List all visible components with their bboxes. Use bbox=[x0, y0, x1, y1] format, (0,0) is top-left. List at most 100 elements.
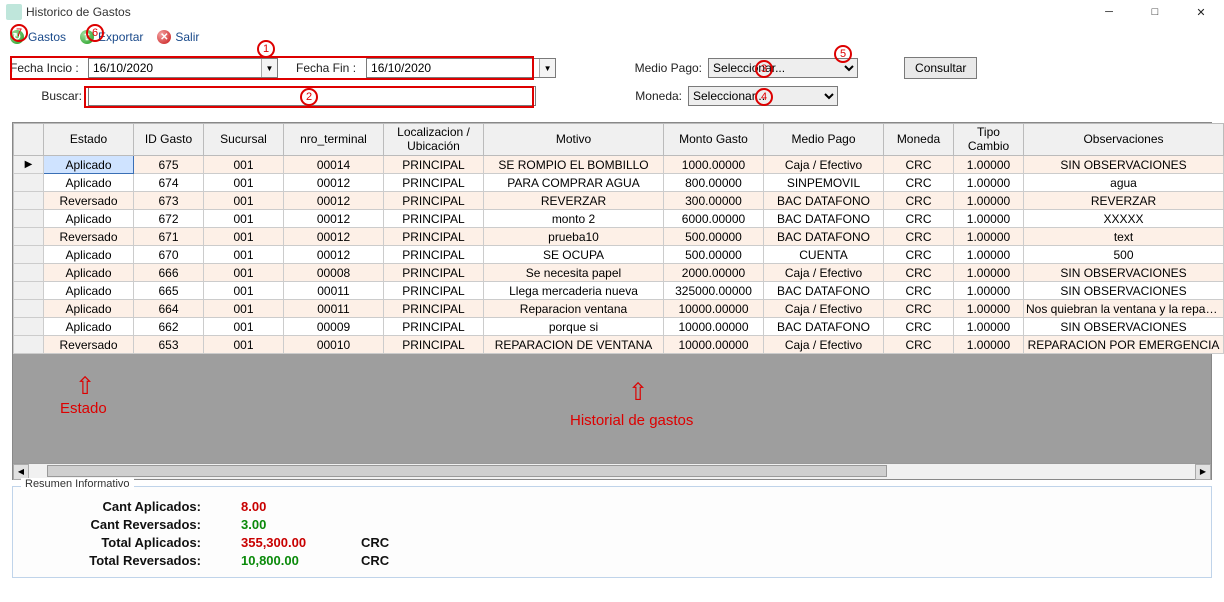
medio-pago-select[interactable]: Seleccionar... bbox=[708, 58, 858, 78]
column-header[interactable]: Tipo Cambio bbox=[954, 124, 1024, 156]
cell-medio[interactable]: BAC DATAFONO bbox=[764, 318, 884, 336]
cell-mot[interactable]: SE ROMPIO EL BOMBILLO bbox=[484, 156, 664, 174]
row-header[interactable] bbox=[14, 336, 44, 354]
cell-suc[interactable]: 001 bbox=[204, 174, 284, 192]
cell-obs[interactable]: REPARACION POR EMERGENCIA bbox=[1024, 336, 1224, 354]
cell-loc[interactable]: PRINCIPAL bbox=[384, 336, 484, 354]
cell-medio[interactable]: Caja / Efectivo bbox=[764, 300, 884, 318]
moneda-select[interactable]: Seleccionar... bbox=[688, 86, 838, 106]
cell-estado[interactable]: Reversado bbox=[44, 336, 134, 354]
cell-medio[interactable]: CUENTA bbox=[764, 246, 884, 264]
cell-tc[interactable]: 1.00000 bbox=[954, 300, 1024, 318]
row-header[interactable] bbox=[14, 300, 44, 318]
gastos-button[interactable]: ↻ Gastos bbox=[10, 30, 66, 44]
fecha-inicio-picker[interactable]: ▼ bbox=[88, 58, 278, 78]
cell-suc[interactable]: 001 bbox=[204, 228, 284, 246]
cell-tc[interactable]: 1.00000 bbox=[954, 174, 1024, 192]
cell-id[interactable]: 666 bbox=[134, 264, 204, 282]
cell-loc[interactable]: PRINCIPAL bbox=[384, 300, 484, 318]
cell-id[interactable]: 665 bbox=[134, 282, 204, 300]
cell-monto[interactable]: 500.00000 bbox=[664, 228, 764, 246]
cell-estado[interactable]: Aplicado bbox=[44, 156, 134, 174]
scroll-track[interactable] bbox=[29, 464, 1195, 480]
column-header[interactable]: Localizacion / Ubicación bbox=[384, 124, 484, 156]
cell-tc[interactable]: 1.00000 bbox=[954, 336, 1024, 354]
cell-tc[interactable]: 1.00000 bbox=[954, 210, 1024, 228]
cell-mot[interactable]: SE OCUPA bbox=[484, 246, 664, 264]
cell-obs[interactable]: Nos quiebran la ventana y la reparamos. bbox=[1024, 300, 1224, 318]
cell-moneda[interactable]: CRC bbox=[884, 246, 954, 264]
cell-mot[interactable]: REVERZAR bbox=[484, 192, 664, 210]
cell-estado[interactable]: Aplicado bbox=[44, 318, 134, 336]
salir-button[interactable]: ✕ Salir bbox=[157, 30, 199, 44]
cell-term[interactable]: 00010 bbox=[284, 336, 384, 354]
column-header[interactable]: Monto Gasto bbox=[664, 124, 764, 156]
cell-moneda[interactable]: CRC bbox=[884, 318, 954, 336]
table-row[interactable]: Aplicado67400100012PRINCIPALPARA COMPRAR… bbox=[14, 174, 1224, 192]
fecha-fin-picker[interactable]: ▼ bbox=[366, 58, 556, 78]
scroll-right-button[interactable]: ▶ bbox=[1195, 464, 1211, 480]
cell-moneda[interactable]: CRC bbox=[884, 336, 954, 354]
cell-id[interactable]: 675 bbox=[134, 156, 204, 174]
cell-suc[interactable]: 001 bbox=[204, 318, 284, 336]
cell-monto[interactable]: 6000.00000 bbox=[664, 210, 764, 228]
cell-moneda[interactable]: CRC bbox=[884, 228, 954, 246]
cell-medio[interactable]: BAC DATAFONO bbox=[764, 192, 884, 210]
cell-estado[interactable]: Aplicado bbox=[44, 282, 134, 300]
cell-term[interactable]: 00012 bbox=[284, 192, 384, 210]
cell-obs[interactable]: XXXXX bbox=[1024, 210, 1224, 228]
cell-monto[interactable]: 1000.00000 bbox=[664, 156, 764, 174]
cell-medio[interactable]: Caja / Efectivo bbox=[764, 264, 884, 282]
column-header[interactable]: Estado bbox=[44, 124, 134, 156]
row-header[interactable] bbox=[14, 192, 44, 210]
cell-obs[interactable]: text bbox=[1024, 228, 1224, 246]
cell-term[interactable]: 00012 bbox=[284, 174, 384, 192]
cell-estado[interactable]: Reversado bbox=[44, 192, 134, 210]
fecha-inicio-input[interactable] bbox=[89, 59, 261, 77]
cell-moneda[interactable]: CRC bbox=[884, 300, 954, 318]
cell-id[interactable]: 662 bbox=[134, 318, 204, 336]
cell-mot[interactable]: prueba10 bbox=[484, 228, 664, 246]
cell-loc[interactable]: PRINCIPAL bbox=[384, 156, 484, 174]
column-header[interactable]: Moneda bbox=[884, 124, 954, 156]
cell-id[interactable]: 672 bbox=[134, 210, 204, 228]
cell-id[interactable]: 670 bbox=[134, 246, 204, 264]
cell-suc[interactable]: 001 bbox=[204, 210, 284, 228]
horizontal-scrollbar[interactable]: ◀ ▶ bbox=[13, 463, 1211, 479]
column-header[interactable]: nro_terminal bbox=[284, 124, 384, 156]
cell-loc[interactable]: PRINCIPAL bbox=[384, 210, 484, 228]
cell-tc[interactable]: 1.00000 bbox=[954, 264, 1024, 282]
row-header[interactable] bbox=[14, 264, 44, 282]
cell-mot[interactable]: PARA COMPRAR AGUA bbox=[484, 174, 664, 192]
cell-mot[interactable]: Llega mercaderia nueva bbox=[484, 282, 664, 300]
cell-suc[interactable]: 001 bbox=[204, 336, 284, 354]
cell-monto[interactable]: 325000.00000 bbox=[664, 282, 764, 300]
cell-moneda[interactable]: CRC bbox=[884, 156, 954, 174]
table-row[interactable]: ▶Aplicado67500100014PRINCIPALSE ROMPIO E… bbox=[14, 156, 1224, 174]
table-row[interactable]: Reversado67300100012PRINCIPALREVERZAR300… bbox=[14, 192, 1224, 210]
cell-term[interactable]: 00012 bbox=[284, 246, 384, 264]
fecha-fin-input[interactable] bbox=[367, 59, 539, 77]
cell-estado[interactable]: Aplicado bbox=[44, 246, 134, 264]
exportar-button[interactable]: ⇧ Exportar bbox=[80, 30, 143, 44]
cell-term[interactable]: 00011 bbox=[284, 300, 384, 318]
table-row[interactable]: Aplicado66400100011PRINCIPALReparacion v… bbox=[14, 300, 1224, 318]
cell-tc[interactable]: 1.00000 bbox=[954, 282, 1024, 300]
cell-tc[interactable]: 1.00000 bbox=[954, 318, 1024, 336]
cell-term[interactable]: 00012 bbox=[284, 210, 384, 228]
cell-monto[interactable]: 500.00000 bbox=[664, 246, 764, 264]
cell-tc[interactable]: 1.00000 bbox=[954, 192, 1024, 210]
cell-loc[interactable]: PRINCIPAL bbox=[384, 228, 484, 246]
cell-obs[interactable]: SIN OBSERVACIONES bbox=[1024, 318, 1224, 336]
cell-medio[interactable]: BAC DATAFONO bbox=[764, 228, 884, 246]
cell-mot[interactable]: monto 2 bbox=[484, 210, 664, 228]
cell-mot[interactable]: Reparacion ventana bbox=[484, 300, 664, 318]
cell-id[interactable]: 671 bbox=[134, 228, 204, 246]
table-row[interactable]: Reversado67100100012PRINCIPALprueba10500… bbox=[14, 228, 1224, 246]
cell-loc[interactable]: PRINCIPAL bbox=[384, 174, 484, 192]
cell-term[interactable]: 00012 bbox=[284, 228, 384, 246]
cell-term[interactable]: 00011 bbox=[284, 282, 384, 300]
minimize-button[interactable]: ─ bbox=[1086, 0, 1132, 24]
cell-suc[interactable]: 001 bbox=[204, 156, 284, 174]
cell-moneda[interactable]: CRC bbox=[884, 282, 954, 300]
